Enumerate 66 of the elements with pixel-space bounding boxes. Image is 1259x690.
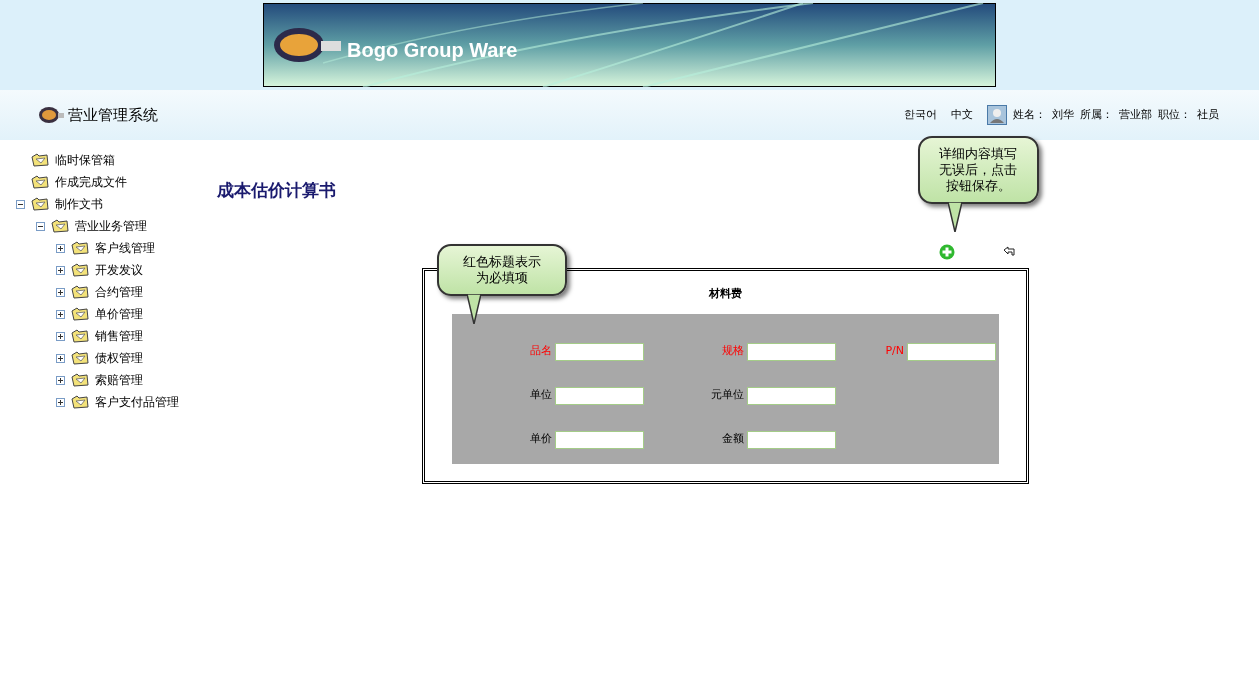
field-label: P/N [885, 343, 904, 360]
folder-icon [71, 241, 89, 255]
tree-item[interactable]: 开发发议 [95, 261, 143, 279]
expand-toggle[interactable] [56, 375, 65, 385]
goggles-icon [38, 106, 64, 124]
user-field-value: 刘华 [1052, 106, 1074, 123]
field-label: 元单位 [711, 387, 744, 404]
folder-icon [31, 175, 49, 189]
input-field[interactable] [555, 342, 644, 361]
callout-pointer [948, 202, 962, 232]
expand-toggle[interactable] [56, 397, 65, 407]
tree-item[interactable]: 债权管理 [95, 349, 143, 367]
input-field[interactable] [907, 342, 996, 361]
tree-item[interactable]: 索赔管理 [95, 371, 143, 389]
expand-toggle[interactable] [56, 265, 65, 275]
tree-item[interactable]: 制作文书 [55, 195, 103, 213]
language-link[interactable]: 한국어 [904, 106, 937, 124]
folder-icon [71, 307, 89, 321]
user-field-value: 社员 [1197, 106, 1219, 123]
user-field-label: 姓名： [1013, 106, 1046, 123]
tree-item[interactable]: 合约管理 [95, 283, 143, 301]
user-field-label: 所属： [1080, 106, 1113, 123]
tree-item[interactable]: 销售管理 [95, 327, 143, 345]
user-field-label: 职位： [1158, 106, 1191, 123]
folder-icon [31, 197, 49, 211]
folder-icon [71, 351, 89, 365]
folder-icon [71, 395, 89, 409]
expand-toggle[interactable] [56, 287, 65, 297]
folder-icon [71, 329, 89, 343]
collapse-toggle[interactable] [16, 199, 25, 209]
input-field[interactable] [747, 430, 836, 449]
form-title: 材料费 [709, 285, 742, 302]
field-label: 单位 [530, 387, 552, 404]
expand-toggle[interactable] [56, 353, 65, 363]
tree-item[interactable]: 客户支付品管理 [95, 393, 179, 411]
tree-item[interactable]: 营业业务管理 [75, 217, 147, 235]
add-icon[interactable] [939, 243, 955, 260]
user-field-value: 营业部 [1119, 106, 1152, 123]
callout-pointer [467, 294, 481, 324]
collapse-toggle[interactable] [36, 221, 45, 231]
input-field[interactable] [555, 430, 644, 449]
folder-icon [71, 285, 89, 299]
field-label: 品名 [530, 343, 552, 360]
field-label: 规格 [722, 343, 744, 360]
system-title: 营业管理系统 [68, 104, 158, 126]
expand-toggle[interactable] [56, 331, 65, 341]
back-arrow-icon[interactable] [1003, 246, 1015, 257]
tree-item[interactable]: 临时保管箱 [55, 151, 115, 169]
page-title: 成本估价计算书 [217, 179, 336, 202]
expand-toggle[interactable] [56, 243, 65, 253]
field-label: 金额 [722, 431, 744, 448]
folder-icon [71, 263, 89, 277]
folder-icon [71, 373, 89, 387]
input-field[interactable] [747, 342, 836, 361]
folder-icon [31, 153, 49, 167]
tree-item[interactable]: 客户线管理 [95, 239, 155, 257]
folder-icon [51, 219, 69, 233]
tree-item[interactable]: 单价管理 [95, 305, 143, 323]
input-field[interactable] [747, 386, 836, 405]
language-link[interactable]: 中文 [951, 106, 973, 124]
expand-toggle[interactable] [56, 309, 65, 319]
banner-title: Bogo Group Ware [347, 38, 518, 63]
input-field[interactable] [555, 386, 644, 405]
tree-item[interactable]: 作成完成文件 [55, 173, 127, 191]
user-icon [987, 105, 1007, 125]
field-label: 单价 [530, 431, 552, 448]
